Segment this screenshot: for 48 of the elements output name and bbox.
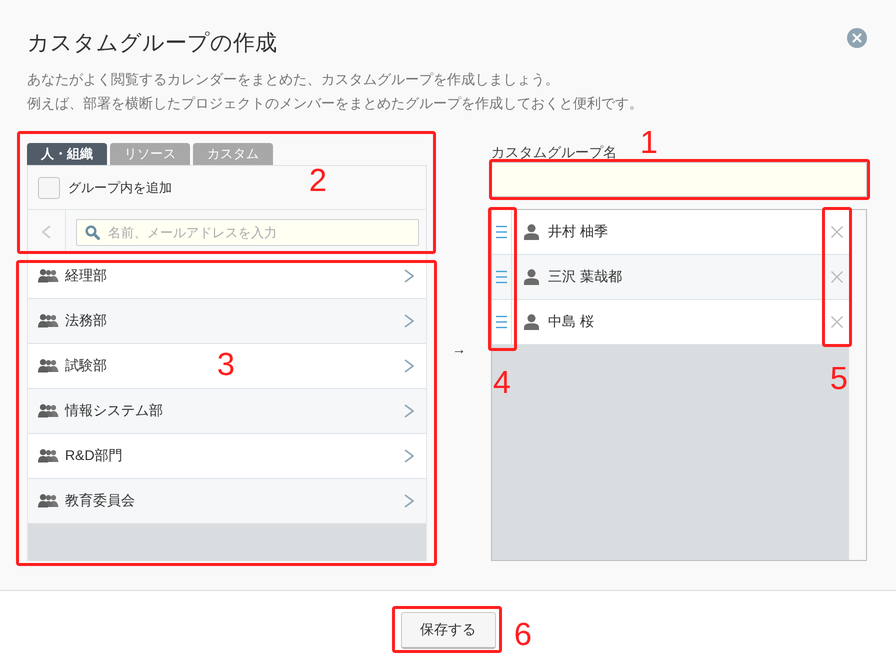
annotation-number: 4 (493, 366, 511, 398)
person-icon (524, 314, 539, 330)
drag-handle-icon[interactable] (496, 315, 507, 329)
member-list-item[interactable]: 三沢 葉哉都 (492, 255, 849, 300)
group-icon (38, 269, 59, 283)
group-icon (38, 404, 59, 418)
close-icon[interactable] (831, 271, 843, 283)
group-list-item[interactable]: 法務部 (28, 299, 426, 344)
drag-handle-icon[interactable] (496, 270, 507, 284)
group-icon (38, 449, 59, 463)
dialog-title: カスタムグループの作成 (27, 29, 277, 57)
group-list-item[interactable]: R&D部門 (28, 434, 426, 479)
chevron-right-icon (404, 404, 414, 418)
member-list-item[interactable]: 中島 桜 (492, 300, 849, 345)
save-button[interactable]: 保存する (400, 612, 496, 649)
annotation-number: 3 (217, 348, 235, 380)
person-icon (524, 224, 539, 240)
checkbox-label: グループ内を追加 (68, 178, 172, 196)
search-field[interactable]: 名前、メールアドレスを入力 (76, 218, 419, 246)
transfer-arrow: → (452, 340, 466, 359)
tab[interactable]: 人・組織 (27, 143, 107, 165)
group-icon (38, 359, 59, 373)
close-icon[interactable] (831, 316, 843, 328)
drag-handle-icon[interactable] (496, 225, 507, 239)
group-list-item[interactable]: 情報システム部 (28, 389, 426, 434)
group-icon (38, 494, 59, 508)
chevron-left-icon (42, 225, 51, 239)
group-list-item[interactable]: 経理部 (28, 254, 426, 299)
member-list-item[interactable]: 井村 柚季 (492, 210, 849, 255)
annotation-number: 2 (309, 164, 327, 196)
search-icon (85, 224, 100, 240)
chevron-right-icon (404, 314, 414, 328)
person-icon (524, 269, 539, 285)
chevron-right-icon (404, 494, 414, 508)
group-icon (38, 314, 59, 328)
chevron-right-icon (404, 449, 414, 463)
checkbox[interactable] (38, 176, 60, 198)
group-list-item[interactable]: 教育委員会 (28, 479, 426, 524)
annotation-number: 6 (514, 618, 532, 650)
description-text: あなたがよく閲覧するカレンダーをまとめた、カスタムグループを作成しましょう。 (27, 70, 559, 89)
close-icon[interactable] (831, 226, 843, 238)
field-label: カスタムグループ名 (491, 143, 617, 161)
annotation-number: 5 (830, 362, 848, 394)
annotation-number: 1 (640, 126, 658, 158)
description-text: 例えば、部署を横断したプロジェクトのメンバーをまとめたグループを作成しておくと便利です。 (27, 94, 643, 113)
chevron-right-icon (404, 359, 414, 373)
close-icon[interactable] (847, 28, 867, 48)
chevron-right-icon (404, 269, 414, 283)
